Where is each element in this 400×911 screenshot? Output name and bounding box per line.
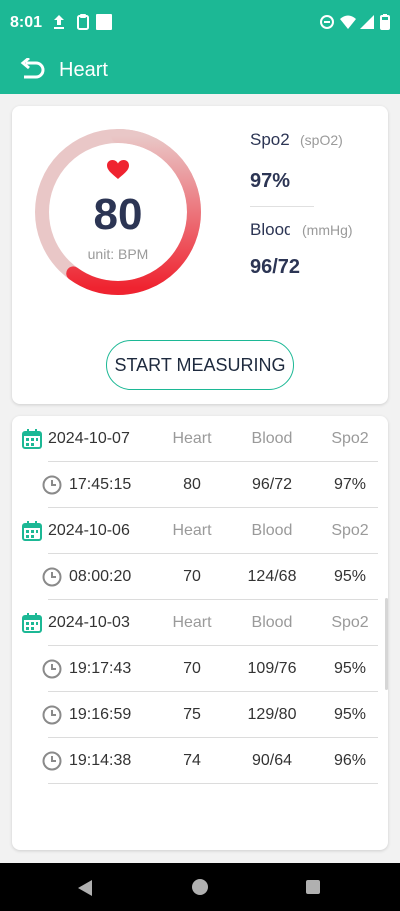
- record-time: 17:45:15: [69, 476, 132, 493]
- measurement-card: 80 unit: BPM Spo2 (spO2) 97% Blood (mmHg…: [12, 106, 388, 404]
- header-spo2: Spo2: [331, 614, 369, 631]
- spo2-value: 97%: [250, 170, 291, 192]
- record-spo2: 95%: [333, 706, 367, 723]
- header-heart: Heart: [172, 522, 212, 539]
- record-heart: 80: [183, 476, 201, 493]
- do-not-disturb-icon: [320, 15, 334, 29]
- signal-icon: [360, 15, 374, 29]
- heart-rate-unit: unit: BPM: [87, 246, 149, 262]
- battery-icon: [380, 14, 390, 30]
- group-date: 2024-10-07: [48, 430, 130, 447]
- notification-square-icon: [96, 14, 112, 30]
- record-spo2: 96%: [333, 752, 367, 769]
- group-date: 2024-10-06: [48, 522, 130, 539]
- record-heart: 70: [183, 660, 201, 677]
- spo2-unit: (spO2): [300, 132, 343, 148]
- record-blood: 124/68: [247, 568, 297, 585]
- date-group-header: 2024-10-03 Heart Blood Spo2: [12, 600, 388, 646]
- date-group-header: 2024-10-06 Heart Blood Spo2: [12, 508, 388, 554]
- heart-icon: [107, 160, 129, 179]
- history-record-row[interactable]: 19:16:59 75 129/80 95%: [12, 692, 388, 738]
- spo2-label: Spo2: [250, 130, 290, 149]
- clock-icon: [42, 705, 62, 725]
- calendar-icon: [22, 429, 42, 449]
- record-time: 08:00:20: [69, 568, 132, 585]
- row-divider: [48, 783, 378, 784]
- record-time: 19:17:43: [69, 660, 132, 677]
- upload-icon: [54, 15, 64, 29]
- back-arrow-icon[interactable]: [20, 58, 46, 82]
- header-heart: Heart: [172, 614, 212, 631]
- record-heart: 70: [183, 568, 201, 585]
- record-spo2: 95%: [333, 660, 367, 677]
- header-heart: Heart: [172, 430, 212, 447]
- clipboard-icon: [77, 14, 89, 30]
- history-record-row[interactable]: 19:17:43 70 109/76 95%: [12, 646, 388, 692]
- scrollbar[interactable]: [385, 598, 388, 690]
- record-time: 19:14:38: [69, 752, 132, 769]
- history-record-row[interactable]: 08:00:20 70 124/68 95%: [12, 554, 388, 600]
- record-blood: 90/64: [251, 752, 293, 769]
- record-spo2: 97%: [333, 476, 367, 493]
- group-date: 2024-10-03: [48, 614, 130, 631]
- nav-home-icon[interactable]: [192, 879, 208, 895]
- history-record-row[interactable]: 17:45:15 80 96/72 97%: [12, 462, 388, 508]
- blood-value: 96/72: [250, 256, 301, 278]
- header-spo2: Spo2: [331, 430, 369, 447]
- header-blood: Blood: [251, 614, 293, 631]
- calendar-icon: [22, 521, 42, 541]
- blood-unit: (mmHg): [302, 222, 353, 238]
- page-title: Heart: [59, 59, 108, 81]
- history-record-row[interactable]: 19:14:38 74 90/64 96%: [12, 738, 388, 784]
- app-bar: Heart: [0, 48, 400, 94]
- clock-icon: [42, 751, 62, 771]
- clock-icon: [42, 659, 62, 679]
- clock-icon: [42, 475, 62, 495]
- status-time: 8:01: [10, 14, 43, 31]
- record-spo2: 95%: [333, 568, 367, 585]
- clock-icon: [42, 567, 62, 587]
- nav-back-icon[interactable]: [76, 879, 94, 897]
- start-measuring-button[interactable]: START MEASURING: [106, 340, 294, 390]
- record-blood: 109/76: [247, 660, 297, 677]
- record-time: 19:16:59: [69, 706, 132, 723]
- date-group-header: 2024-10-07 Heart Blood Spo2: [12, 416, 388, 462]
- record-blood: 129/80: [247, 706, 297, 723]
- calendar-icon: [22, 613, 42, 633]
- metrics-divider: [250, 206, 314, 207]
- header-blood: Blood: [251, 430, 293, 447]
- history-list: 2024-10-07 Heart Blood Spo2 17:45:15 80 …: [12, 416, 388, 850]
- record-blood: 96/72: [251, 476, 293, 493]
- header-blood: Blood: [251, 522, 293, 539]
- status-bar: 8:01: [0, 0, 400, 48]
- wifi-icon: [340, 15, 356, 29]
- record-heart: 74: [183, 752, 201, 769]
- heart-rate-value: 80: [93, 190, 143, 239]
- system-nav-bar: [0, 863, 400, 911]
- nav-recents-icon[interactable]: [306, 880, 320, 894]
- header-spo2: Spo2: [331, 522, 369, 539]
- blood-label: Blood: [250, 220, 290, 239]
- record-heart: 75: [183, 706, 201, 723]
